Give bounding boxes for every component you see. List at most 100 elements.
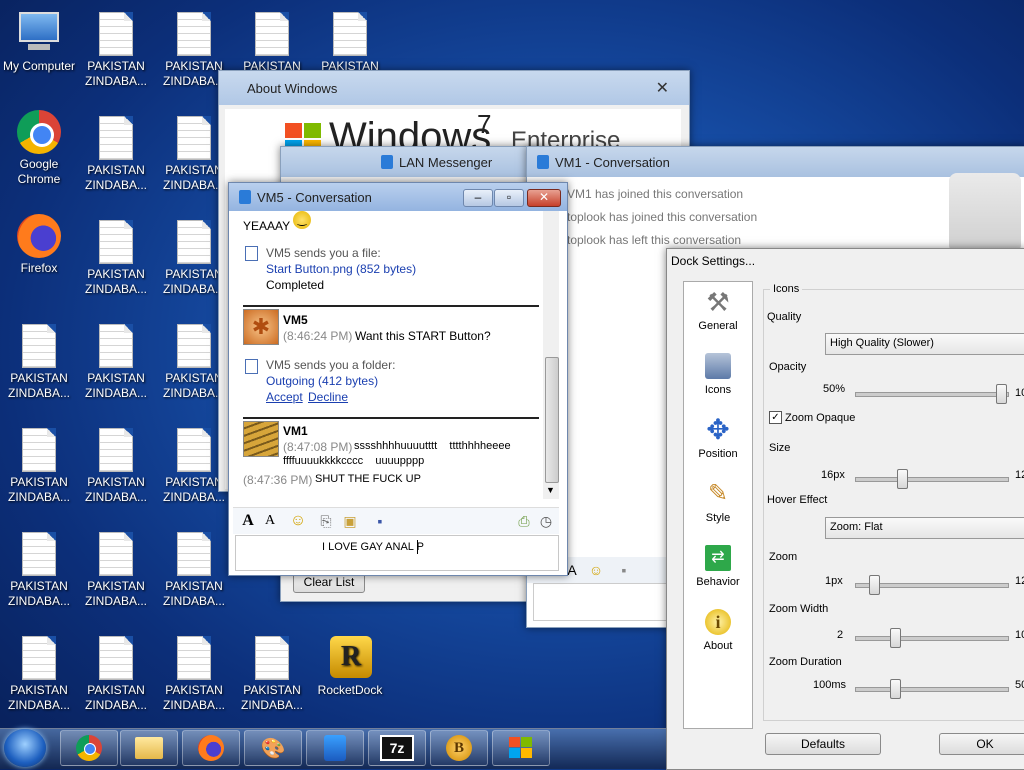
desktop-icon-pakistan[interactable]: PAKISTAN ZINDABA... [0,428,78,505]
taskbar-firefox[interactable] [182,730,240,766]
quality-select[interactable]: High Quality (Slower) [825,333,1024,355]
hover-effect-select[interactable]: Zoom: Flat [825,517,1024,539]
desktop-icon-pakistan[interactable]: PAKISTAN ZINDABA... [77,532,155,609]
nav-style[interactable]: ✎ Style [684,478,752,524]
desktop-icon-label: Google Chrome [17,157,61,186]
save-icon[interactable]: ▪ [371,512,389,530]
desktop-icon-label: PAKISTAN [165,475,223,489]
scroll-down-icon[interactable]: ▼ [546,485,555,495]
vm1-conversation-titlebar[interactable]: VM1 - Conversation [527,147,1024,177]
palette-icon: 🎨 [260,737,286,760]
ok-button[interactable]: OK [939,733,1024,755]
zoom-duration-slider-track[interactable] [855,687,1009,692]
desktop-icon-pakistan[interactable]: PAKISTAN ZINDABA... [77,12,155,89]
desktop-icon-pakistan[interactable]: PAKISTAN ZINDABA... [77,116,155,193]
hover-effect-label: Hover Effect [767,494,828,506]
desktop-icon-rocketdock[interactable]: R RocketDock [311,636,389,698]
nav-position[interactable]: ✥ Position [684,414,752,460]
document-icon [96,428,136,472]
lan-messenger-titlebar[interactable]: LAN Messenger [281,147,541,177]
move-arrows-icon: ✥ [706,414,730,445]
taskbar-explorer[interactable] [120,730,178,766]
font-icon[interactable]: A [239,512,257,530]
log-line: VM1 has joined this conversation [567,187,744,201]
taskbar-messenger[interactable] [306,730,364,766]
desktop-icon-pakistan[interactable]: PAKISTAN ZINDABA... [77,220,155,297]
message-time: (8:46:24 PM) [283,329,353,343]
zoom-width-slider-track[interactable] [855,636,1009,641]
decline-link[interactable]: Decline [308,390,348,404]
send-folder-icon[interactable]: ▣ [341,512,359,530]
message-text: SHUT THE FUCK UP [315,473,421,485]
taskbar-windows[interactable] [492,730,550,766]
nav-icons[interactable]: Icons [684,350,752,396]
vm5-conversation-window[interactable]: VM5 - Conversation – ▫ ✕ YEAAAY ‿ VM5 se… [228,182,568,576]
computer-avatar [949,173,1021,253]
messenger-app-icon [239,190,251,204]
nav-general[interactable]: ⚒ General [684,286,752,332]
start-button[interactable] [4,729,46,767]
history-icon[interactable]: ◷ [537,512,555,530]
scroll-thumb[interactable] [545,357,559,483]
vm1-message-input[interactable] [533,583,675,621]
send-file-icon[interactable]: ⎙ [515,512,533,530]
desktop-icon-pakistan[interactable]: PAKISTAN [311,12,389,74]
defaults-button[interactable]: Defaults [765,733,881,755]
taskbar-bitcoin[interactable]: B [430,730,488,766]
message-time: (8:47:36 PM) [243,473,313,487]
zoom-width-slider-thumb[interactable] [890,628,902,648]
desktop-icon-pakistan[interactable]: PAKISTAN ZINDABA... [233,636,311,713]
nav-behavior[interactable]: ⇄ Behavior [684,542,752,588]
desktop-icon-pakistan[interactable]: PAKISTAN ZINDABA... [155,636,233,713]
desktop-icon-pakistan[interactable]: PAKISTAN ZINDABA... [77,324,155,401]
minimize-button[interactable]: – [463,189,493,207]
taskbar-chrome[interactable] [60,730,118,766]
size-slider-track[interactable] [855,477,1009,482]
desktop-icon-my-computer[interactable]: My Computer [0,8,78,74]
desktop-icon-pakistan[interactable]: PAKISTAN ZINDABA... [155,532,233,609]
desktop-icon-label: ZINDABA... [84,74,147,88]
desktop-icon-pakistan[interactable]: PAKISTAN ZINDABA... [0,324,78,401]
desktop-icon-label: PAKISTAN [87,683,145,697]
nav-about[interactable]: i About [684,606,752,652]
opacity-slider-track[interactable] [855,392,1009,397]
zoom-slider-thumb[interactable] [869,575,881,595]
dock-settings-window[interactable]: Dock Settings... ⚒ General Icons ✥ Posit… [666,248,1024,770]
desktop-icon-pakistan[interactable]: PAKISTAN [233,12,311,74]
taskbar-paint[interactable]: 🎨 [244,730,302,766]
zoom-opaque-checkbox[interactable]: ✓ [769,411,782,424]
dock-settings-titlebar[interactable]: Dock Settings... [667,249,1024,273]
size-slider-thumb[interactable] [897,469,909,489]
desktop-icon-pakistan[interactable]: PAKISTAN ZINDABA... [0,636,78,713]
accept-link[interactable]: Accept [266,390,303,404]
desktop-icon-pakistan[interactable]: PAKISTAN ZINDABA... [77,636,155,713]
info-icon: i [705,609,731,635]
zoom-duration-slider-thumb[interactable] [890,679,902,699]
about-windows-titlebar[interactable]: About Windows [219,71,689,105]
save-icon[interactable]: ▪ [615,561,633,579]
opacity-slider-thumb[interactable] [996,384,1007,404]
desktop-icon-pakistan[interactable]: PAKISTAN ZINDABA... [0,532,78,609]
desktop-icon-label: Firefox [20,261,58,275]
zoom-duration-value: 100ms [813,679,847,691]
desktop-icon-firefox[interactable]: Firefox [0,214,78,276]
taskbar-7zip[interactable]: 7z [368,730,426,766]
message-input[interactable]: I LOVE GAY ANAL P [235,535,559,571]
avatar-starfish: ✱ [243,309,279,345]
close-button[interactable]: ✕ [527,189,561,207]
chat-scrollbar[interactable]: ▼ [543,211,559,499]
close-icon[interactable]: ✕ [656,78,669,98]
desktop-icon-chrome[interactable]: Google Chrome [0,110,78,187]
desktop-icon-label: ZINDABA... [7,594,70,608]
nav-label: Position [698,448,738,460]
windows-version: 7 [477,109,492,139]
attach-file-icon[interactable]: ⎘ [317,512,335,530]
desktop-icon-label: ZINDABA... [84,490,147,504]
message-text: sssshhhhuuuutttt tttthhhheeee [354,440,511,452]
maximize-button[interactable]: ▫ [494,189,524,207]
smiley-icon[interactable]: ☺ [587,561,605,579]
desktop-icon-pakistan[interactable]: PAKISTAN ZINDABA... [77,428,155,505]
smiley-icon[interactable]: ☺ [289,512,307,530]
document-icon [174,220,214,264]
font-color-icon[interactable]: A [261,512,279,530]
